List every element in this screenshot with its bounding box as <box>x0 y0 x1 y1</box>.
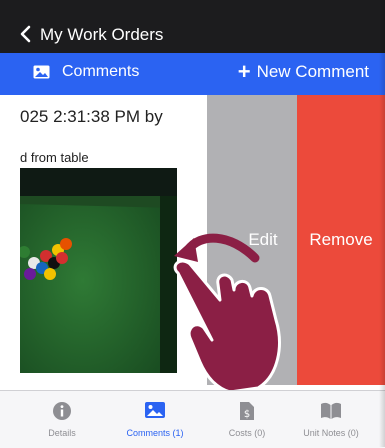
plus-icon: + <box>237 59 251 84</box>
comment-date: 025 2:31:38 PM by <box>20 107 163 126</box>
dollar-document-icon: $ <box>240 402 254 420</box>
edit-swipe-action[interactable]: Edit <box>207 95 297 385</box>
tab-unit-notes[interactable]: Unit Notes (0) <box>291 401 371 438</box>
tab-comments-label: Comments (1) <box>126 428 184 438</box>
photo-icon <box>33 65 50 79</box>
navigation-bar: My Work Orders <box>0 0 385 53</box>
new-comment-button[interactable]: + New Comment <box>237 59 369 84</box>
back-button[interactable] <box>18 22 32 46</box>
bottom-tab-bar: Details Comments (1) $ Costs (0) Unit No… <box>0 390 385 448</box>
new-comment-label: New Comment <box>256 62 369 81</box>
chevron-left-icon <box>20 25 31 43</box>
tab-unit-notes-label: Unit Notes (0) <box>303 428 359 438</box>
comments-header: Comments <box>33 63 139 81</box>
tab-costs[interactable]: $ Costs (0) <box>207 401 287 438</box>
tab-comments[interactable]: Comments (1) <box>115 401 195 438</box>
tab-details-label: Details <box>48 428 76 438</box>
svg-text:$: $ <box>244 409 250 420</box>
page-title: My Work Orders <box>40 25 164 44</box>
photo-icon <box>145 402 165 418</box>
comment-list: 025 2:31:38 PM by d from table Edit Remo… <box>0 95 385 390</box>
comment-body: d from table <box>20 150 89 165</box>
book-icon <box>321 402 341 419</box>
remove-swipe-action[interactable]: Remove <box>297 95 385 385</box>
info-icon <box>53 402 71 420</box>
comments-toolbar: Comments + New Comment <box>0 53 385 95</box>
edit-label: Edit <box>248 230 278 249</box>
remove-label: Remove <box>309 230 373 249</box>
comments-label: Comments <box>62 63 140 80</box>
tab-costs-label: Costs (0) <box>228 428 266 438</box>
tab-details[interactable]: Details <box>22 401 102 438</box>
comment-photo[interactable] <box>20 168 177 373</box>
pool-table-photo <box>20 168 177 373</box>
